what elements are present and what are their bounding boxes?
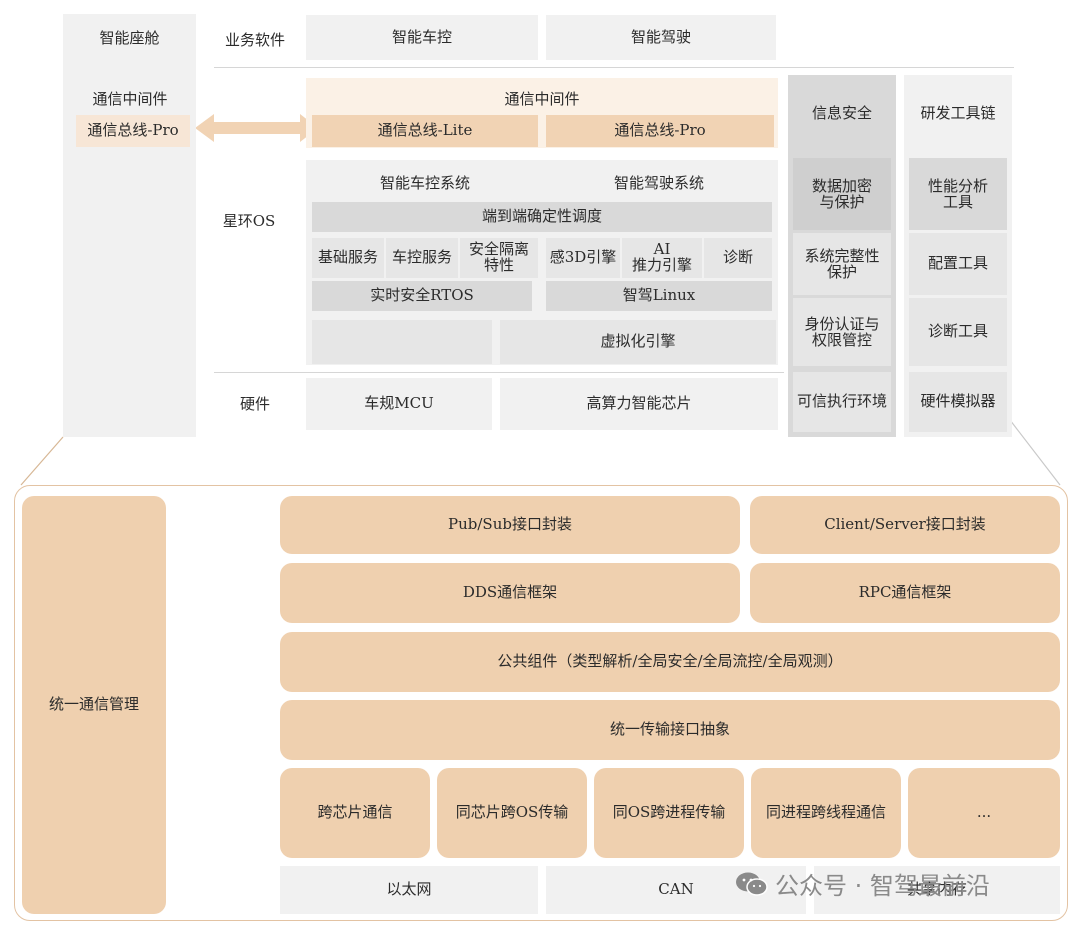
- same-proc-thread-box: 同进程跨线程通信: [751, 768, 901, 858]
- rtos-box: 实时安全RTOS: [312, 281, 532, 311]
- wechat-icon: [736, 872, 768, 896]
- toolchain-title: 研发工具链: [920, 104, 996, 122]
- same-chip-os-box: 同芯片跨OS传输: [437, 768, 587, 858]
- separator-2: [214, 372, 784, 373]
- watermark-text: 公众号 · 智驾最前沿: [775, 872, 990, 900]
- vc-service-box: 车控服务: [386, 238, 458, 278]
- separator-1: [214, 67, 1014, 68]
- cockpit-column: 智能座舱: [63, 14, 196, 437]
- ai-engine-box: AI 推力引擎: [622, 238, 702, 278]
- clientserver-box: Client/Server接口封装: [750, 496, 1060, 554]
- virtualization-left-box: [312, 320, 492, 364]
- left-bus-pro: 通信总线-Pro: [76, 115, 190, 147]
- common-components-box: 公共组件（类型解析/全局安全/全局流控/全局观测）: [280, 632, 1060, 692]
- zoom-line-right: [1009, 419, 1061, 486]
- left-middleware-label: 通信中间件: [92, 89, 168, 108]
- toolchain-item-3: 诊断工具: [909, 298, 1007, 366]
- middleware-label: 通信中间件: [504, 90, 580, 108]
- vehicle-control-box: 智能车控: [306, 15, 538, 60]
- scheduling-box: 端到端确定性调度: [312, 202, 772, 232]
- transport-box: 统一传输接口抽象: [280, 700, 1060, 760]
- toolchain-item-1: 性能分析 工具: [909, 158, 1007, 230]
- double-arrow-top: [195, 114, 318, 142]
- pubsub-box: Pub/Sub接口封装: [280, 496, 740, 554]
- same-os-proc-box: 同OS跨进程传输: [594, 768, 744, 858]
- toolchain-item-4: 硬件模拟器: [909, 372, 1007, 432]
- os-label: 星环OS: [222, 211, 276, 230]
- bus-pro-box: 通信总线-Pro: [546, 115, 774, 147]
- ethernet-box: 以太网: [280, 866, 538, 914]
- watermark: 公众号 · 智驾最前沿: [735, 866, 990, 901]
- mcu-box: 车规MCU: [306, 378, 492, 430]
- cross-chip-box: 跨芯片通信: [280, 768, 430, 858]
- ad-system-box: 智能驾驶系统: [546, 168, 772, 200]
- perception-3d-box: 感3D引擎: [546, 238, 620, 278]
- cockpit-label: 智能座舱: [99, 29, 160, 47]
- virtualization-box: 虚拟化引擎: [500, 320, 776, 364]
- hardware-label: 硬件: [239, 394, 270, 413]
- bus-lite-box: 通信总线-Lite: [312, 115, 538, 147]
- security-item-3: 身份认证与 权限管控: [793, 298, 891, 366]
- unified-management-box: 统一通信管理: [22, 496, 166, 914]
- vc-system-box: 智能车控系统: [312, 168, 538, 200]
- diagnosis-box: 诊断: [704, 238, 772, 278]
- safety-isolation-box: 安全隔离 特性: [460, 238, 538, 278]
- chip-box: 高算力智能芯片: [500, 378, 778, 430]
- security-title: 信息安全: [811, 104, 872, 122]
- rpc-box: RPC通信框架: [750, 563, 1060, 623]
- dds-box: DDS通信框架: [280, 563, 740, 623]
- security-item-2: 系统完整性 保护: [793, 233, 891, 295]
- toolchain-item-2: 配置工具: [909, 233, 1007, 295]
- security-item-1: 数据加密 与保护: [793, 158, 891, 230]
- linux-box: 智驾Linux: [546, 281, 772, 311]
- more-box: ...: [908, 768, 1060, 858]
- basic-service-box: 基础服务: [312, 238, 384, 278]
- software-label: 业务软件: [224, 30, 285, 49]
- zoom-line-left: [20, 436, 64, 486]
- security-item-4: 可信执行环境: [793, 372, 891, 432]
- autonomous-driving-box: 智能驾驶: [546, 15, 776, 60]
